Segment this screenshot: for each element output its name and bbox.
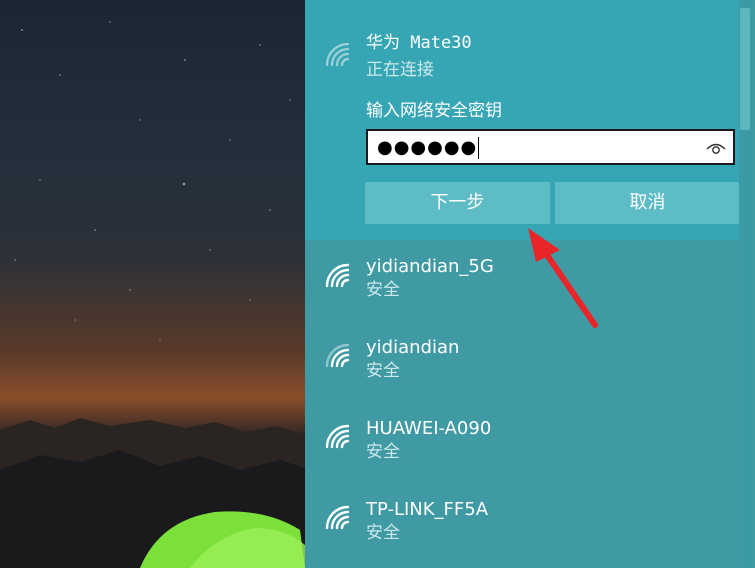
connecting-network-card: 华为 Mate30 正在连接 输入网络安全密钥 ●●●●●● 下一步 取消 [305,0,745,240]
wifi-icon [325,505,350,530]
scrollbar-thumb[interactable] [740,8,750,130]
network-name: HUAWEI-A090 [366,418,492,439]
security-key-label: 输入网络安全密钥 [366,101,502,121]
wifi-icon [325,424,350,449]
connecting-status: 正在连接 [366,60,434,80]
text-caret [478,137,480,159]
network-name: yidiandian_5G [366,256,494,277]
network-status: 安全 [366,442,400,462]
desktop-wallpaper [0,0,305,568]
wifi-icon [325,343,350,368]
network-status: 安全 [366,361,400,381]
network-name: TP-LINK_FF5A [366,499,489,520]
security-key-input[interactable]: ●●●●●● [366,129,735,165]
wifi-networks-panel: 华为 Mate30 正在连接 输入网络安全密钥 ●●●●●● 下一步 取消 yi… [305,0,755,568]
network-status: 安全 [366,523,400,543]
network-name: yidiandian [366,337,460,358]
eye-icon[interactable] [705,139,727,157]
wifi-icon [325,263,350,288]
network-status: 安全 [366,280,400,300]
next-button[interactable]: 下一步 [365,182,550,224]
cancel-button[interactable]: 取消 [555,182,740,224]
scrollbar[interactable] [739,0,753,568]
wifi-icon [325,42,350,67]
connecting-network-name: 华为 Mate30 [366,33,472,53]
password-value: ●●●●●● [377,137,480,159]
